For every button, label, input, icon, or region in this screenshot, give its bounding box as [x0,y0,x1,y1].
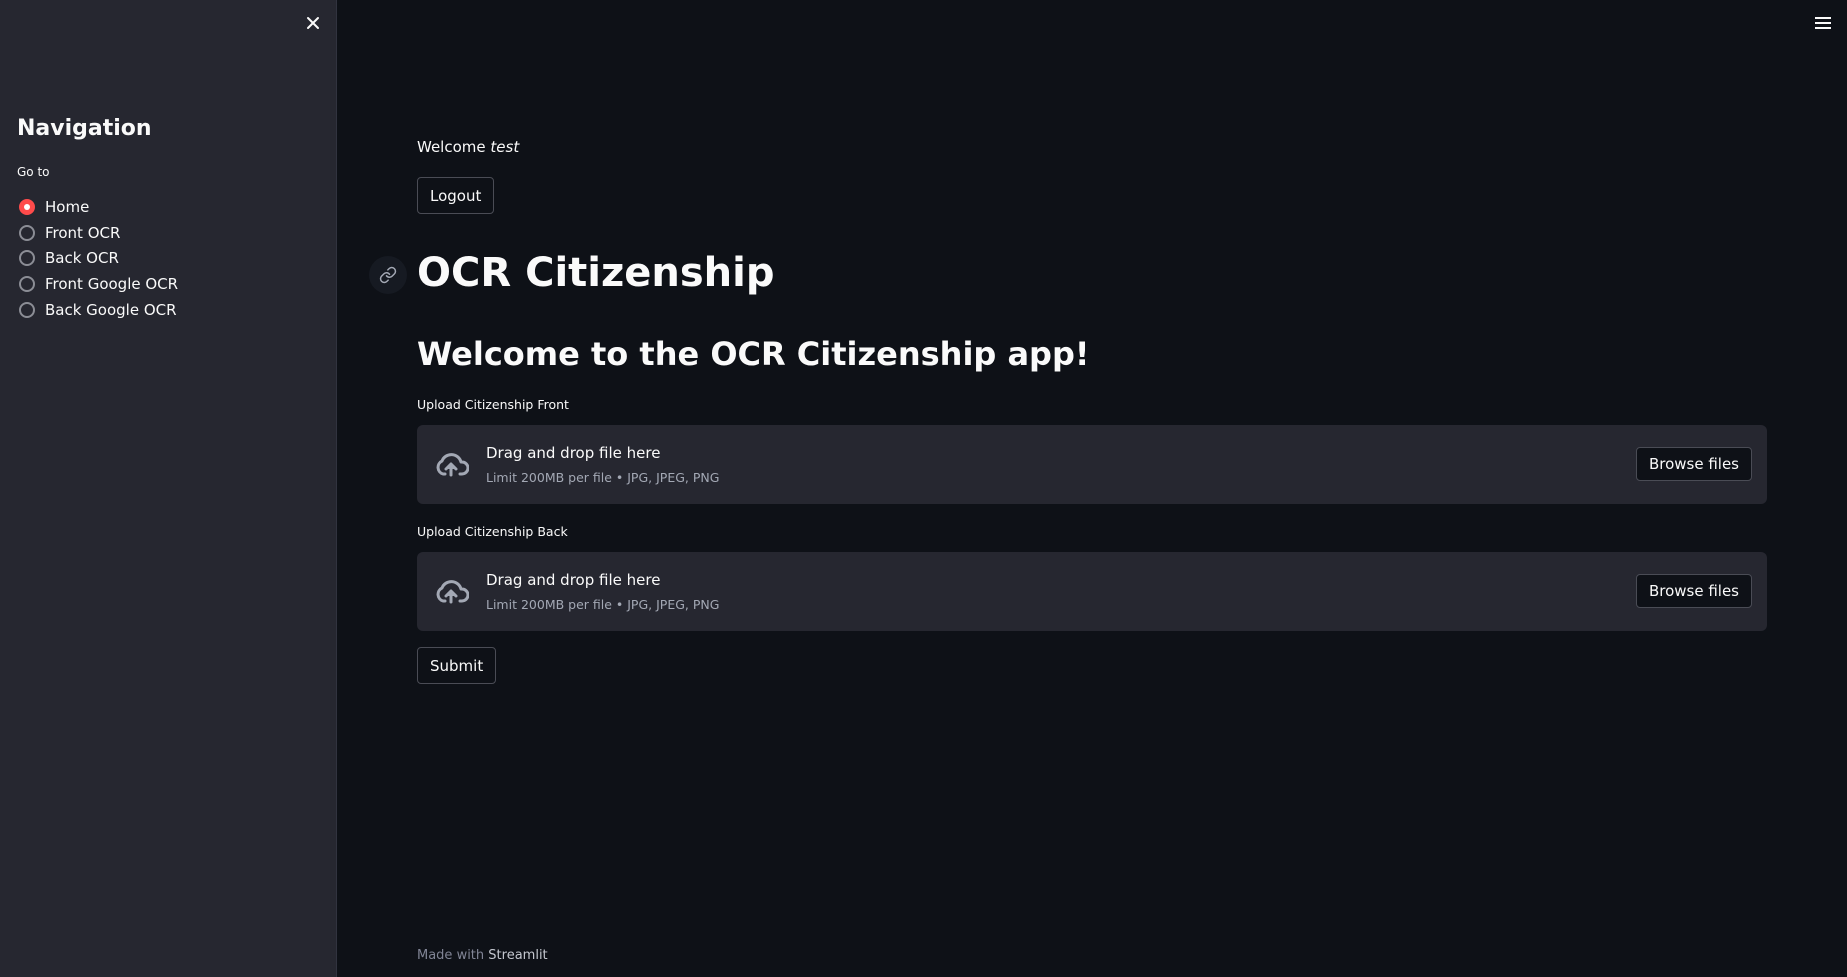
page-subheading: Welcome to the OCR Citizenship app! [417,335,1090,373]
close-icon[interactable] [302,12,324,34]
cloud-upload-icon [433,447,470,481]
radio-label: Home [45,197,90,216]
radio-selected-icon [19,198,35,215]
dropzone-instructions: Drag and drop file here [486,571,661,589]
submit-button[interactable]: Submit [417,647,497,684]
welcome-username: test [490,138,520,156]
radio-item-back-ocr[interactable]: Back OCR [17,245,178,271]
welcome-message: Welcome test [417,138,519,156]
radio-unselected-icon [19,250,35,267]
radio-unselected-icon [19,301,35,318]
upload-back-dropzone[interactable]: Drag and drop file here Limit 200MB per … [417,552,1767,631]
logout-button[interactable]: Logout [417,177,495,214]
page-title: OCR Citizenship [417,250,775,296]
welcome-prefix: Welcome [417,138,486,156]
hamburger-menu-icon[interactable] [1812,14,1834,32]
radio-label: Front Google OCR [45,274,179,293]
dropzone-limit: Limit 200MB per file • JPG, JPEG, PNG [486,470,720,485]
radio-item-back-google-ocr[interactable]: Back Google OCR [17,297,178,323]
cloud-upload-icon [433,574,470,608]
upload-front-dropzone[interactable]: Drag and drop file here Limit 200MB per … [417,425,1767,504]
app-root: Navigation Go to Home Front OCR Back OCR… [0,0,1847,977]
footer-prefix: Made with [417,948,485,963]
nav-radio-group: Home Front OCR Back OCR Front Google OCR… [17,194,178,322]
dropzone-limit: Limit 200MB per file • JPG, JPEG, PNG [486,597,720,612]
sidebar-title: Navigation [17,116,152,141]
streamlit-link[interactable]: Streamlit [488,948,547,963]
radio-label: Front OCR [45,223,121,242]
radio-item-front-google-ocr[interactable]: Front Google OCR [17,271,178,297]
radio-item-front-ocr[interactable]: Front OCR [17,220,178,246]
main-content: Welcome test Logout OCR Citizenship Welc… [369,0,1767,977]
anchor-link-icon[interactable] [369,256,407,294]
sidebar: Navigation Go to Home Front OCR Back OCR… [0,0,337,977]
radio-label: Back Google OCR [45,300,177,319]
browse-files-button[interactable]: Browse files [1635,447,1752,481]
radio-unselected-icon [19,275,35,292]
browse-files-button[interactable]: Browse files [1635,574,1752,608]
footer: Made with Streamlit [417,948,548,963]
radio-group-label: Go to [17,165,50,179]
radio-item-home[interactable]: Home [17,194,178,220]
upload-front-label: Upload Citizenship Front [417,397,569,412]
radio-unselected-icon [19,224,35,241]
upload-back-label: Upload Citizenship Back [417,524,568,539]
dropzone-instructions: Drag and drop file here [486,444,661,462]
radio-label: Back OCR [45,249,119,268]
